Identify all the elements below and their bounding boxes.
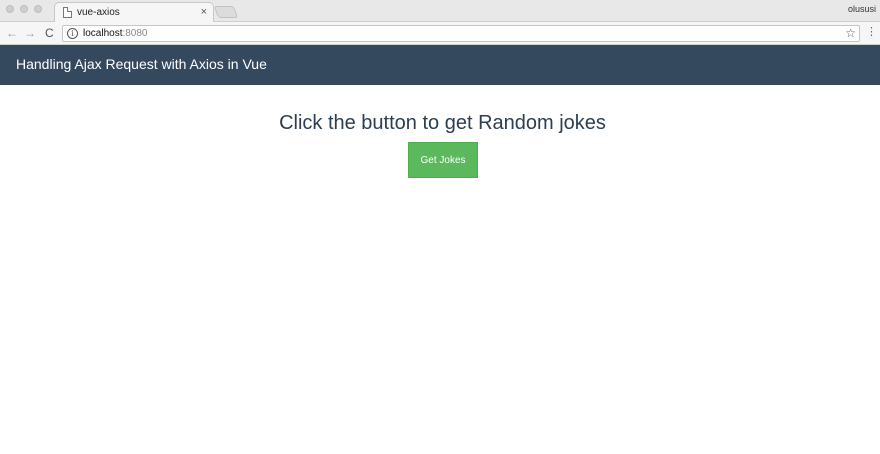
browser-tab-strip: vue-axios × olususi (0, 0, 880, 22)
browser-tab[interactable]: vue-axios × (54, 2, 214, 22)
address-bar[interactable]: i localhost:8080 ☆ (62, 25, 860, 42)
browser-toolbar: ← → C i localhost:8080 ☆ ⋮ (0, 22, 880, 45)
tab-close-icon[interactable]: × (201, 6, 207, 18)
app-navbar: Handling Ajax Request with Axios in Vue (0, 45, 880, 85)
back-icon[interactable]: ← (6, 26, 18, 40)
profile-name[interactable]: olususi (848, 4, 876, 14)
url-port: :8080 (122, 28, 148, 39)
page-heading: Click the button to get Random jokes (279, 112, 606, 134)
info-icon[interactable]: i (67, 28, 78, 39)
get-jokes-button[interactable]: Get Jokes (408, 142, 478, 178)
bookmark-star-icon[interactable]: ☆ (845, 26, 856, 40)
maximize-window-icon[interactable] (34, 5, 42, 13)
url-text[interactable]: localhost:8080 (83, 28, 148, 39)
url-host: localhost (83, 28, 123, 39)
forward-icon[interactable]: → (24, 26, 36, 40)
new-tab-button[interactable] (213, 6, 239, 18)
close-window-icon[interactable] (6, 5, 14, 13)
minimize-window-icon[interactable] (20, 5, 28, 13)
browser-menu-icon[interactable]: ⋮ (866, 26, 877, 38)
reload-icon[interactable]: C (45, 26, 54, 40)
navbar-title: Handling Ajax Request with Axios in Vue (16, 56, 267, 72)
page-icon (63, 7, 72, 18)
tab-title: vue-axios (77, 7, 120, 18)
